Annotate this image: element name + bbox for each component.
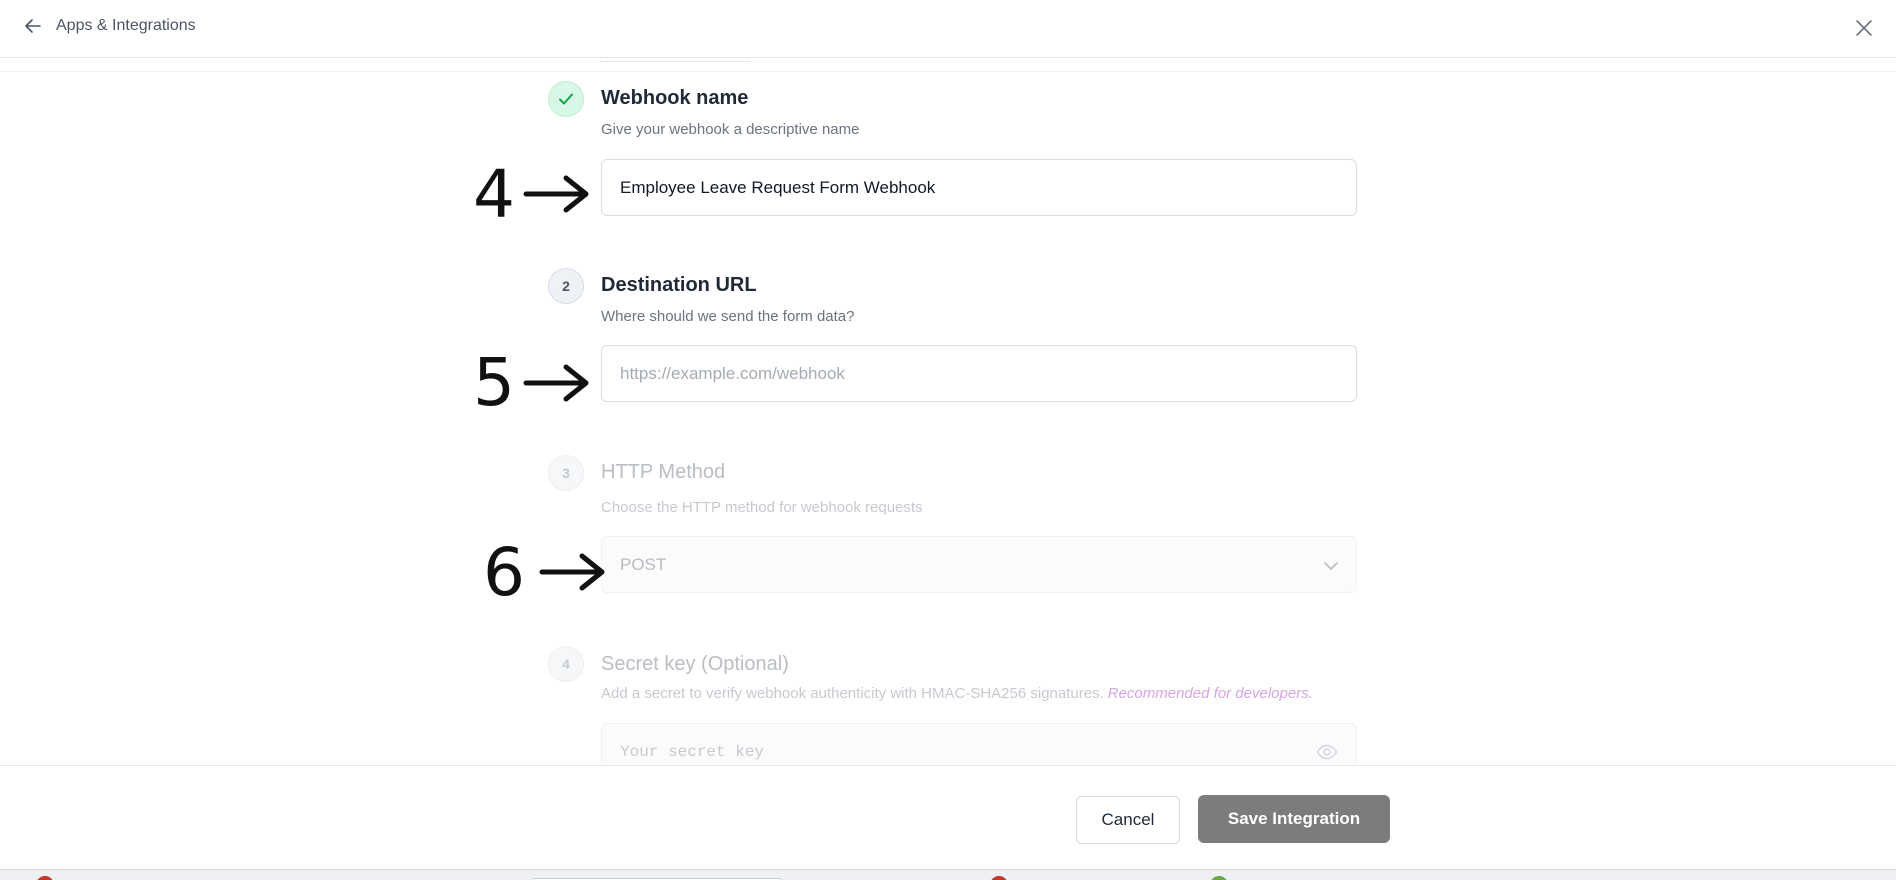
close-icon[interactable] xyxy=(1854,18,1874,38)
step-3-title: HTTP Method xyxy=(601,461,726,483)
save-integration-button[interactable]: Save Integration xyxy=(1198,795,1390,843)
chevron-down-icon xyxy=(1324,562,1338,570)
step-1-description: Give your webhook a descriptive name xyxy=(601,121,860,138)
cancel-button[interactable]: Cancel xyxy=(1076,796,1180,844)
step-4-description: Add a secret to verify webhook authentic… xyxy=(601,685,1313,702)
step-2-title: Destination URL xyxy=(601,274,757,296)
annotation-number-4: 4 xyxy=(473,156,515,233)
step-1-title: Webhook name xyxy=(601,87,749,109)
step-1-complete-badge xyxy=(548,81,584,117)
webhook-name-input[interactable] xyxy=(601,159,1357,216)
step-4-description-text: Add a secret to verify webhook authentic… xyxy=(601,685,1104,702)
back-button[interactable]: Apps & Integrations xyxy=(24,17,196,35)
annotation-arrow-right-icon xyxy=(523,175,589,213)
taskbar-app-icon[interactable] xyxy=(1210,876,1228,880)
annotation-arrow-right-icon xyxy=(539,553,605,591)
annotation-number-6: 6 xyxy=(483,534,525,611)
taskbar-app-icon[interactable] xyxy=(990,876,1008,880)
step-3-badge: 3 xyxy=(548,455,584,491)
http-method-value: POST xyxy=(620,555,667,574)
step-2-description: Where should we send the form data? xyxy=(601,308,855,325)
footer-actions: Cancel Save Integration xyxy=(0,765,1896,869)
http-method-select[interactable]: POST xyxy=(601,536,1357,593)
step-3-description: Choose the HTTP method for webhook reque… xyxy=(601,499,923,516)
annotation-number-5: 5 xyxy=(473,344,515,421)
annotation-arrow-right-icon xyxy=(523,364,589,402)
top-bar: Apps & Integrations xyxy=(0,0,1896,58)
step-4-badge: 4 xyxy=(548,646,584,682)
check-icon xyxy=(559,93,573,105)
destination-url-input[interactable] xyxy=(601,345,1357,402)
back-label: Apps & Integrations xyxy=(56,17,196,34)
arrow-left-icon xyxy=(25,19,41,33)
recommended-for-developers-link[interactable]: Recommended for developers. xyxy=(1108,685,1313,702)
taskbar xyxy=(0,869,1896,880)
taskbar-app-icon[interactable] xyxy=(36,876,54,880)
step-2-badge: 2 xyxy=(548,268,584,304)
eye-icon[interactable] xyxy=(1316,741,1338,763)
scrolled-content-edge xyxy=(0,59,1896,72)
step-4-title: Secret key (Optional) xyxy=(601,653,789,675)
